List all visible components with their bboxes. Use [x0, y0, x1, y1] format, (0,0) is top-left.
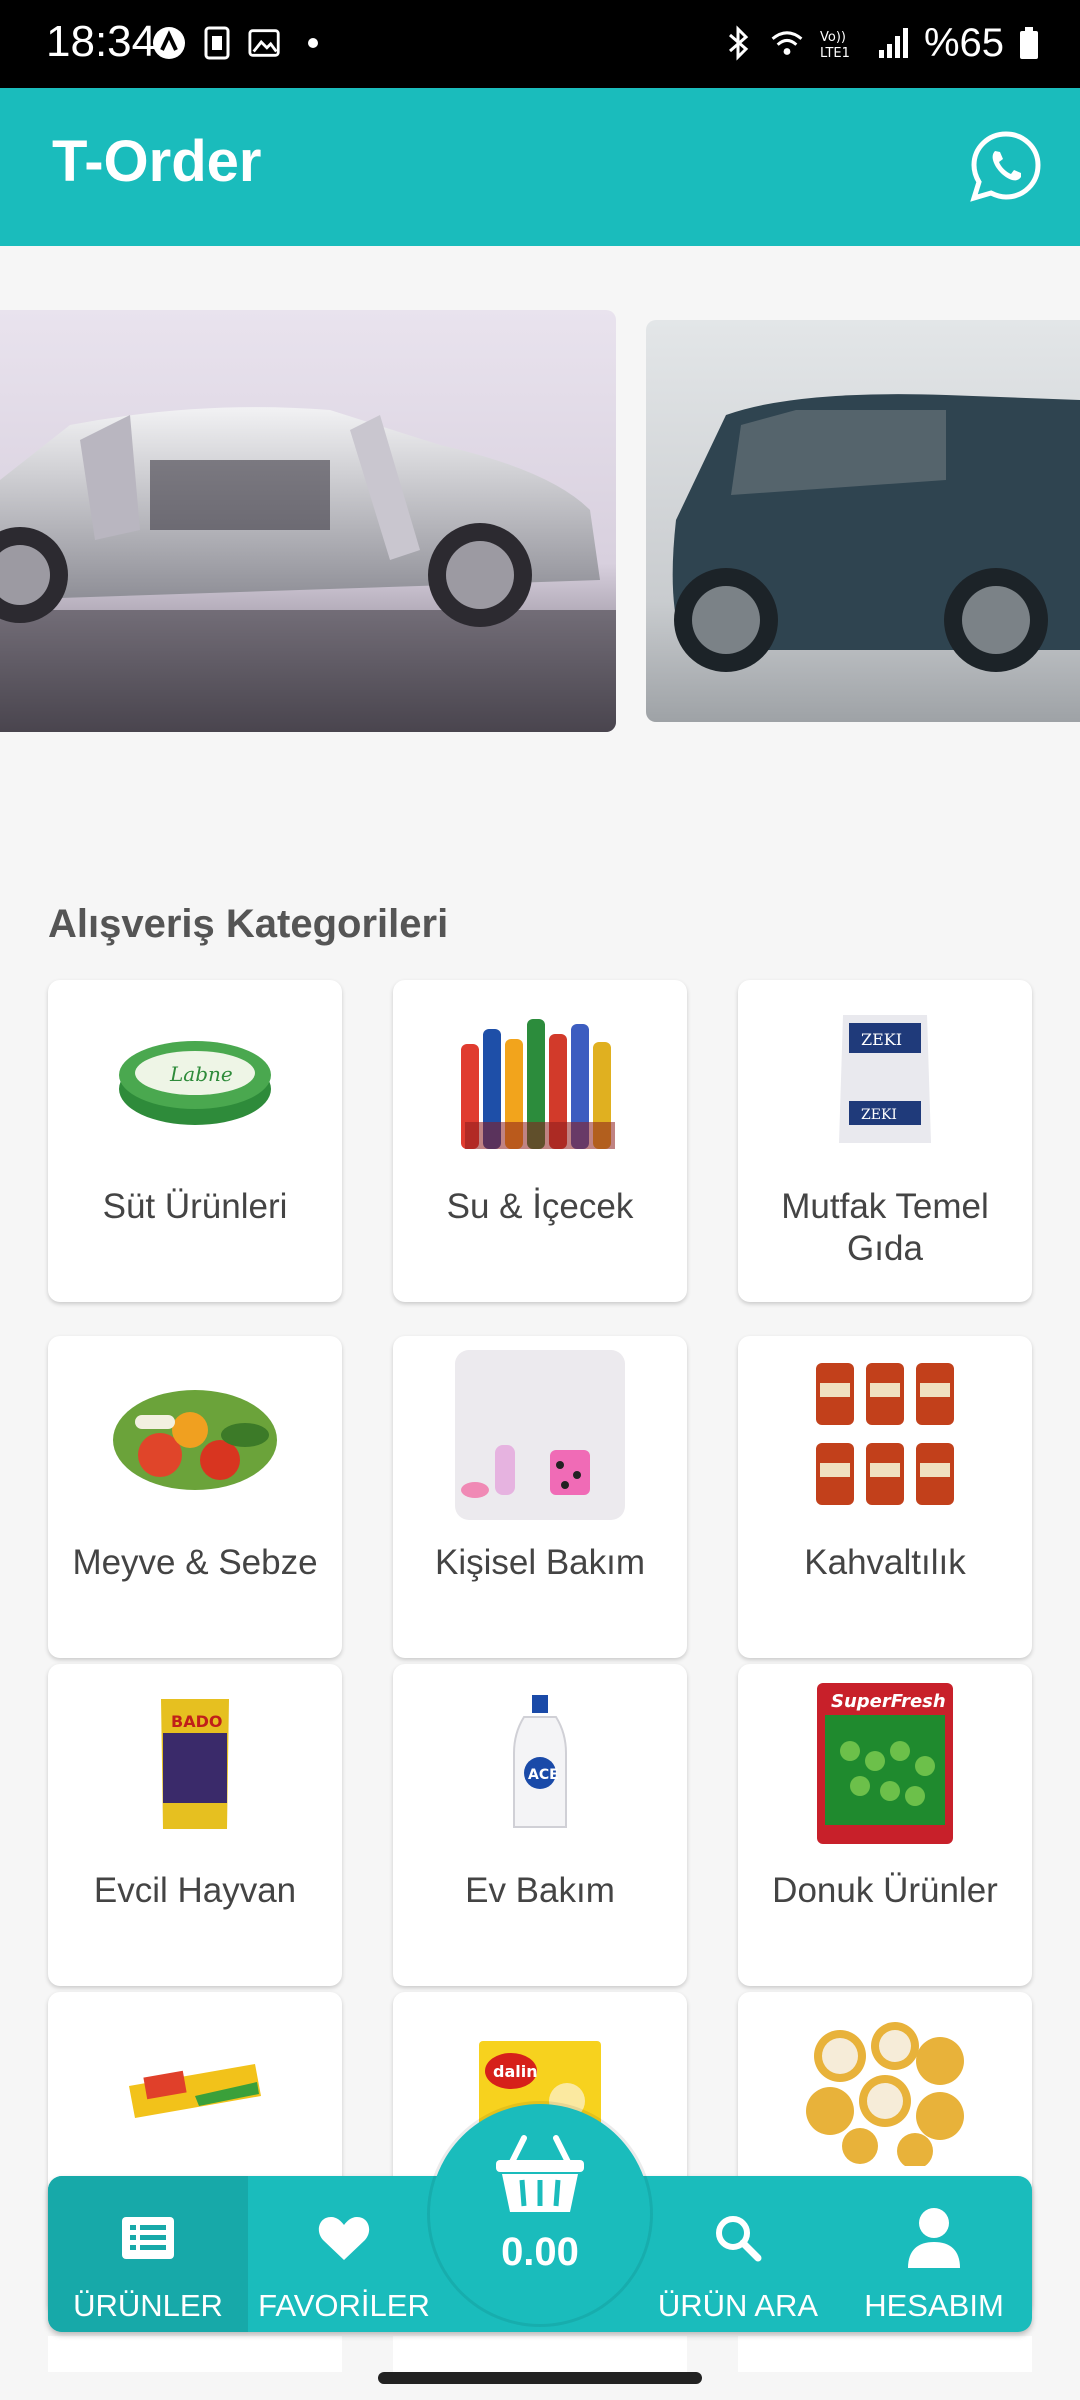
next-row-card-peek [393, 2336, 687, 2372]
category-card-produce[interactable]: Meyve & Sebze [48, 1336, 342, 1658]
whatsapp-button[interactable] [968, 128, 1044, 204]
nav-favorites[interactable]: FAVORİLER [248, 2176, 440, 2332]
status-bar: 18:34 Vo)) LTE1 %65 [0, 0, 1080, 88]
dairy-product-image: Labne [110, 1004, 280, 1154]
suv-image [646, 320, 1080, 722]
cart-total: 0.00 [501, 2230, 579, 2274]
bluetooth-icon [722, 25, 756, 61]
battery-percent: %65 [923, 21, 1004, 65]
home-care-product-image: ACE [455, 1688, 625, 1838]
svg-text:ACE: ACE [528, 1767, 559, 1783]
status-system-icons: Vo)) LTE1 %65 [722, 18, 1040, 68]
status-time: 18:34 [46, 17, 157, 66]
nav-favorites-label: FAVORİLER [258, 2288, 430, 2323]
nav-account[interactable]: HESABIM [836, 2176, 1032, 2332]
category-card-pet[interactable]: BADO Evcil Hayvan [48, 1664, 342, 1986]
pet-product-image: BADO [110, 1688, 280, 1838]
category-label: Kişisel Bakım [434, 1543, 646, 1582]
category-card-home-care[interactable]: ACE Ev Bakım [393, 1664, 687, 1986]
category-label: Mutfak Temel Gıda [781, 1187, 989, 1268]
next-row-card-peek [48, 2336, 342, 2372]
svg-text:SuperFresh: SuperFresh [831, 1691, 946, 1712]
svg-text:dalin: dalin [493, 2062, 538, 2081]
svg-text:ZEKI: ZEKI [861, 1107, 897, 1123]
banner-car-interior[interactable] [0, 310, 616, 732]
svg-text:LTE1: LTE1 [820, 46, 850, 60]
next-row-card-peek [738, 2336, 1032, 2372]
volte-icon: Vo)) LTE1 [818, 26, 862, 60]
nav-search-label: ÜRÜN ARA [657, 2288, 819, 2323]
gallery-notification-icon [248, 26, 282, 60]
wifi-icon [770, 26, 804, 60]
category-card-frozen[interactable]: SuperFresh Donuk Ürünler [738, 1664, 1032, 1986]
category-label: Su & İçecek [446, 1187, 634, 1226]
category-card-breakfast[interactable]: Kahvaltılık [738, 1336, 1032, 1658]
svg-text:Labne: Labne [169, 1062, 233, 1086]
produce-product-image [110, 1360, 280, 1510]
car-image [0, 310, 616, 732]
breakfast-product-image [800, 1360, 970, 1510]
whatsapp-icon [970, 131, 1041, 202]
chips-product-image [800, 2016, 970, 2166]
more-notifications-dot-icon [296, 26, 330, 60]
battery-icon [1018, 26, 1040, 60]
nav-products[interactable]: ÜRÜNLER [48, 2176, 248, 2332]
cart-button[interactable]: 0.00 [430, 2104, 650, 2324]
products-list-icon [120, 2206, 176, 2270]
category-label: Kahvaltılık [804, 1543, 966, 1582]
app-title: T-Order [52, 129, 262, 194]
snack-bar-product-image [110, 2016, 280, 2166]
svg-text:ZEKI: ZEKI [861, 1030, 902, 1049]
app-bar: T-Order [0, 88, 1080, 246]
nav-account-label: HESABIM [864, 2288, 1004, 2323]
category-label: Ev Bakım [465, 1871, 615, 1910]
category-card-pantry[interactable]: ZEKI ZEKI Mutfak Temel Gıda [738, 980, 1032, 1302]
categories-title: Alışveriş Kategorileri [48, 902, 449, 946]
nav-products-label: ÜRÜNLER [73, 2288, 223, 2323]
category-label: Meyve & Sebze [72, 1543, 318, 1582]
personal-care-product-image [455, 1350, 625, 1520]
search-icon [713, 2206, 763, 2270]
category-card-personal-care[interactable]: Kişisel Bakım [393, 1336, 687, 1658]
svg-text:Vo)): Vo)) [820, 30, 846, 45]
nav-search[interactable]: ÜRÜN ARA [640, 2176, 836, 2332]
category-label: Evcil Hayvan [93, 1871, 297, 1910]
svg-text:BADO: BADO [171, 1712, 222, 1731]
status-notification-icons [152, 26, 330, 60]
category-card-dairy[interactable]: Labne Süt Ürünleri [48, 980, 342, 1302]
banner-suv[interactable] [646, 320, 1080, 722]
user-icon [906, 2206, 962, 2270]
category-card-drinks[interactable]: Su & İçecek [393, 980, 687, 1302]
sim-notification-icon [200, 26, 234, 60]
frozen-product-image: SuperFresh [800, 1682, 970, 1844]
category-label: Süt Ürünleri [102, 1187, 288, 1226]
drinks-product-image [455, 1004, 625, 1154]
category-label: Donuk Ürünler [772, 1871, 998, 1910]
home-indicator[interactable] [378, 2372, 702, 2384]
signal-icon [876, 26, 910, 60]
heart-icon [317, 2206, 371, 2270]
app-notification-icon [152, 26, 186, 60]
pantry-product-image: ZEKI ZEKI [800, 1004, 970, 1154]
basket-icon [494, 2134, 586, 2219]
